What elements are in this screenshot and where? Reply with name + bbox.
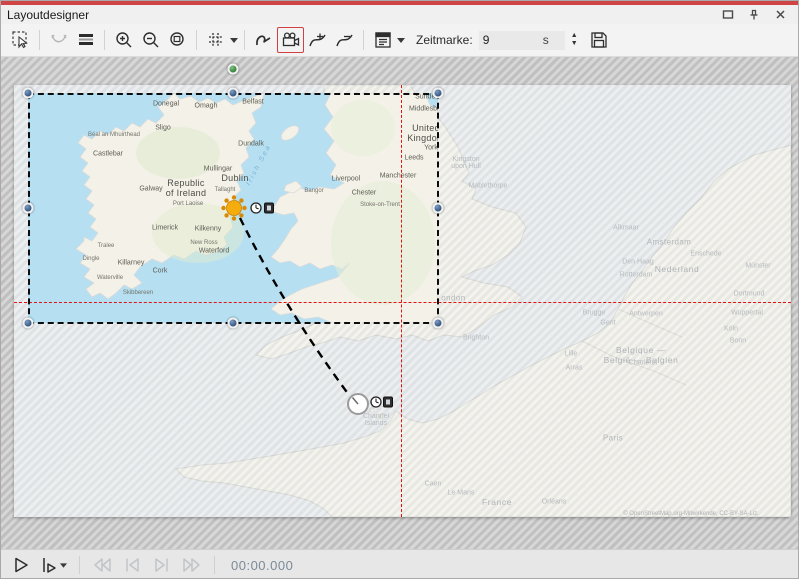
sun-clock-icon [251, 203, 261, 213]
time-waypoint-marker[interactable] [348, 394, 368, 414]
rotation-handle[interactable] [228, 64, 239, 75]
play-button[interactable] [9, 554, 33, 576]
rewind-button[interactable] [90, 554, 114, 576]
select-tool-icon[interactable] [7, 27, 34, 53]
skip-to-start-button[interactable] [120, 554, 144, 576]
zeitmarke-label: Zeitmarke: [416, 33, 473, 47]
grid-dropdown-caret[interactable] [229, 27, 239, 53]
zoom-out-icon[interactable] [137, 27, 164, 53]
toolbar-separator [363, 30, 364, 50]
layers-icon[interactable] [72, 27, 99, 53]
toolbar: Zeitmarke: s ▲▼ [1, 24, 798, 57]
zeitmarke-unit: s [543, 33, 549, 47]
toolbar-separator [104, 30, 105, 50]
timecode-display: 00:00.000 [231, 558, 293, 573]
selection-handle[interactable] [23, 318, 34, 329]
selection-handle[interactable] [23, 88, 34, 99]
keyframe-remove-icon[interactable] [331, 27, 358, 53]
time-clock-icon [371, 397, 381, 407]
sun-waypoint-marker[interactable] [221, 195, 246, 220]
layoutdesigner-window: Layoutdesigner [0, 0, 799, 579]
time-keyframe-icon [384, 397, 393, 407]
fast-forward-button[interactable] [180, 554, 204, 576]
snap-curve-icon[interactable] [45, 27, 72, 53]
selection-handle[interactable] [433, 88, 444, 99]
pin-icon[interactable] [746, 8, 762, 22]
zeitmarke-spinner[interactable]: ▲▼ [571, 33, 578, 47]
skip-to-end-button[interactable] [150, 554, 174, 576]
spline-icon[interactable] [250, 27, 277, 53]
selection-handle[interactable] [228, 318, 239, 329]
sun-keyframe-icon [265, 203, 274, 213]
selection-handle[interactable] [23, 203, 34, 214]
restore-icon[interactable] [720, 8, 736, 22]
keyframe-add-icon[interactable] [304, 27, 331, 53]
layout-canvas[interactable]: Kingston upon HullMablethorpeLondonBrigh… [1, 57, 798, 549]
toolbar-separator [39, 30, 40, 50]
route-dashed-line[interactable] [240, 218, 349, 395]
transport-separator [214, 556, 215, 574]
route-overlay [1, 57, 798, 549]
window-title: Layoutdesigner [7, 8, 720, 22]
transport-separator [79, 556, 80, 574]
titlebar: Layoutdesigner [1, 5, 798, 24]
timemark-dropdown-caret[interactable] [396, 27, 406, 53]
camera-tool-icon[interactable] [277, 27, 304, 53]
zoom-in-icon[interactable] [110, 27, 137, 53]
zoom-fit-icon[interactable] [164, 27, 191, 53]
transport-bar: 00:00.000 [1, 549, 798, 579]
play-from-marker-button[interactable] [39, 554, 69, 576]
selection-handle[interactable] [433, 203, 444, 214]
timemark-list-icon[interactable] [369, 27, 396, 53]
zeitmarke-field[interactable]: s [479, 31, 565, 50]
close-icon[interactable] [772, 8, 788, 22]
selection-handle[interactable] [228, 88, 239, 99]
save-icon[interactable] [586, 27, 613, 53]
selection-handle[interactable] [433, 318, 444, 329]
toolbar-separator [196, 30, 197, 50]
toolbar-separator [244, 30, 245, 50]
zeitmarke-input[interactable] [483, 33, 529, 47]
grid-icon[interactable] [202, 27, 229, 53]
